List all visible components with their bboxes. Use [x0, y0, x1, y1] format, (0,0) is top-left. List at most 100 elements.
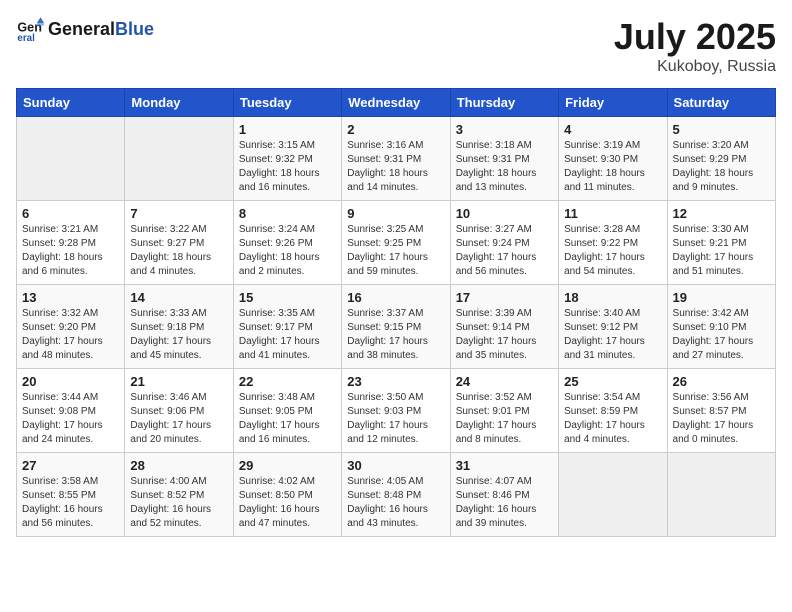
day-number: 22: [239, 374, 336, 389]
calendar-week-row: 1Sunrise: 3:15 AM Sunset: 9:32 PM Daylig…: [17, 117, 776, 201]
day-number: 18: [564, 290, 661, 305]
day-number: 6: [22, 206, 119, 221]
day-number: 10: [456, 206, 553, 221]
day-number: 17: [456, 290, 553, 305]
calendar-cell: 11Sunrise: 3:28 AM Sunset: 9:22 PM Dayli…: [559, 201, 667, 285]
calendar-week-row: 6Sunrise: 3:21 AM Sunset: 9:28 PM Daylig…: [17, 201, 776, 285]
calendar-cell: 29 Sunrise: 4:02 AM Sunset: 8:50 PM Dayli…: [233, 453, 341, 537]
title-block: July 2025 Kukoboy, Russia: [614, 16, 776, 76]
day-detail: Sunrise: 3:33 AM Sunset: 9:18 PM Dayligh…: [130, 307, 227, 363]
day-detail: Sunrise: 4:00 AM Sunset: 8:52 PM Dayligh…: [130, 475, 227, 531]
day-detail: Sunrise: 3:30 AM Sunset: 9:21 PM Dayligh…: [673, 223, 770, 279]
calendar-cell: 13 Sunrise: 3:32 AM Sunset: 9:20 PM Dayli…: [17, 285, 125, 369]
calendar-title: July 2025: [614, 16, 776, 58]
day-number: 7: [130, 206, 227, 221]
day-detail: Sunrise: 3:18 AM Sunset: 9:31 PM Dayligh…: [456, 139, 553, 195]
day-detail: Sunrise: 3:35 AM Sunset: 9:17 PM Dayligh…: [239, 307, 336, 363]
day-detail: Sunrise: 3:27 AM Sunset: 9:24 PM Dayligh…: [456, 223, 553, 279]
day-number: 28: [130, 458, 227, 473]
day-number: 30: [347, 458, 444, 473]
calendar-cell: 5 Sunrise: 3:20 AM Sunset: 9:29 PM Daylig…: [667, 117, 775, 201]
day-number: 16: [347, 290, 444, 305]
calendar-cell: 9Sunrise: 3:25 AM Sunset: 9:25 PM Daylig…: [342, 201, 450, 285]
day-number: 2: [347, 122, 444, 137]
day-detail: Sunrise: 3:20 AM Sunset: 9:29 PM Dayligh…: [673, 139, 770, 195]
calendar-cell: 7 Sunrise: 3:22 AM Sunset: 9:27 PM Daylig…: [125, 201, 233, 285]
day-detail: Sunrise: 3:40 AM Sunset: 9:12 PM Dayligh…: [564, 307, 661, 363]
day-number: 13: [22, 290, 119, 305]
day-number: 31: [456, 458, 553, 473]
day-detail: Sunrise: 4:02 AM Sunset: 8:50 PM Dayligh…: [239, 475, 336, 531]
calendar-week-row: 27 Sunrise: 3:58 AM Sunset: 8:55 PM Dayli…: [17, 453, 776, 537]
weekday-header-wednesday: Wednesday: [342, 89, 450, 117]
day-number: 26: [673, 374, 770, 389]
day-number: 8: [239, 206, 336, 221]
day-number: 1: [239, 122, 336, 137]
day-detail: Sunrise: 3:50 AM Sunset: 9:03 PM Dayligh…: [347, 391, 444, 447]
calendar-subtitle: Kukoboy, Russia: [614, 58, 776, 76]
calendar-cell: 16Sunrise: 3:37 AM Sunset: 9:15 PM Dayli…: [342, 285, 450, 369]
day-number: 3: [456, 122, 553, 137]
calendar-cell: 27 Sunrise: 3:58 AM Sunset: 8:55 PM Dayli…: [17, 453, 125, 537]
day-detail: Sunrise: 3:42 AM Sunset: 9:10 PM Dayligh…: [673, 307, 770, 363]
calendar-cell: 21 Sunrise: 3:46 AM Sunset: 9:06 PM Dayli…: [125, 369, 233, 453]
day-detail: Sunrise: 3:46 AM Sunset: 9:06 PM Dayligh…: [130, 391, 227, 447]
day-number: 27: [22, 458, 119, 473]
calendar-cell: 25Sunrise: 3:54 AM Sunset: 8:59 PM Dayli…: [559, 369, 667, 453]
calendar-cell: 19 Sunrise: 3:42 AM Sunset: 9:10 PM Dayli…: [667, 285, 775, 369]
calendar-cell: 28 Sunrise: 4:00 AM Sunset: 8:52 PM Dayli…: [125, 453, 233, 537]
logo-icon: Gen eral: [16, 16, 44, 44]
logo: Gen eral GeneralBlue: [16, 16, 154, 44]
calendar-cell: [125, 117, 233, 201]
day-detail: Sunrise: 3:16 AM Sunset: 9:31 PM Dayligh…: [347, 139, 444, 195]
calendar-cell: 12 Sunrise: 3:30 AM Sunset: 9:21 PM Dayli…: [667, 201, 775, 285]
calendar-cell: 20 Sunrise: 3:44 AM Sunset: 9:08 PM Dayli…: [17, 369, 125, 453]
day-number: 19: [673, 290, 770, 305]
day-number: 29: [239, 458, 336, 473]
calendar-cell: 30 Sunrise: 4:05 AM Sunset: 8:48 PM Dayli…: [342, 453, 450, 537]
weekday-header-tuesday: Tuesday: [233, 89, 341, 117]
day-detail: Sunrise: 3:28 AM Sunset: 9:22 PM Dayligh…: [564, 223, 661, 279]
calendar-cell: 4 Sunrise: 3:19 AM Sunset: 9:30 PM Daylig…: [559, 117, 667, 201]
day-detail: Sunrise: 3:32 AM Sunset: 9:20 PM Dayligh…: [22, 307, 119, 363]
logo-text-blue: Blue: [115, 19, 154, 39]
calendar-cell: 18 Sunrise: 3:40 AM Sunset: 9:12 PM Dayli…: [559, 285, 667, 369]
day-detail: Sunrise: 3:58 AM Sunset: 8:55 PM Dayligh…: [22, 475, 119, 531]
day-detail: Sunrise: 4:05 AM Sunset: 8:48 PM Dayligh…: [347, 475, 444, 531]
day-number: 25: [564, 374, 661, 389]
calendar-week-row: 13 Sunrise: 3:32 AM Sunset: 9:20 PM Dayli…: [17, 285, 776, 369]
day-number: 4: [564, 122, 661, 137]
day-number: 15: [239, 290, 336, 305]
calendar-cell: 24Sunrise: 3:52 AM Sunset: 9:01 PM Dayli…: [450, 369, 558, 453]
day-number: 14: [130, 290, 227, 305]
calendar-cell: 14 Sunrise: 3:33 AM Sunset: 9:18 PM Dayli…: [125, 285, 233, 369]
weekday-header-thursday: Thursday: [450, 89, 558, 117]
calendar-cell: 31Sunrise: 4:07 AM Sunset: 8:46 PM Dayli…: [450, 453, 558, 537]
logo-text-general: General: [48, 19, 115, 39]
calendar-cell: 15 Sunrise: 3:35 AM Sunset: 9:17 PM Dayli…: [233, 285, 341, 369]
day-detail: Sunrise: 3:39 AM Sunset: 9:14 PM Dayligh…: [456, 307, 553, 363]
svg-text:eral: eral: [17, 33, 35, 44]
day-detail: Sunrise: 3:22 AM Sunset: 9:27 PM Dayligh…: [130, 223, 227, 279]
calendar-cell: [559, 453, 667, 537]
day-number: 24: [456, 374, 553, 389]
calendar-cell: [667, 453, 775, 537]
day-detail: Sunrise: 3:56 AM Sunset: 8:57 PM Dayligh…: [673, 391, 770, 447]
day-number: 23: [347, 374, 444, 389]
calendar-cell: 3 Sunrise: 3:18 AM Sunset: 9:31 PM Daylig…: [450, 117, 558, 201]
day-number: 9: [347, 206, 444, 221]
day-detail: Sunrise: 3:19 AM Sunset: 9:30 PM Dayligh…: [564, 139, 661, 195]
weekday-header-monday: Monday: [125, 89, 233, 117]
calendar-cell: 2 Sunrise: 3:16 AM Sunset: 9:31 PM Daylig…: [342, 117, 450, 201]
calendar-table: SundayMondayTuesdayWednesdayThursdayFrid…: [16, 88, 776, 537]
day-detail: Sunrise: 3:44 AM Sunset: 9:08 PM Dayligh…: [22, 391, 119, 447]
weekday-header-sunday: Sunday: [17, 89, 125, 117]
day-number: 20: [22, 374, 119, 389]
weekday-header-saturday: Saturday: [667, 89, 775, 117]
day-number: 12: [673, 206, 770, 221]
day-number: 5: [673, 122, 770, 137]
day-number: 21: [130, 374, 227, 389]
calendar-cell: 17 Sunrise: 3:39 AM Sunset: 9:14 PM Dayli…: [450, 285, 558, 369]
calendar-week-row: 20 Sunrise: 3:44 AM Sunset: 9:08 PM Dayli…: [17, 369, 776, 453]
calendar-cell: 1Sunrise: 3:15 AM Sunset: 9:32 PM Daylig…: [233, 117, 341, 201]
